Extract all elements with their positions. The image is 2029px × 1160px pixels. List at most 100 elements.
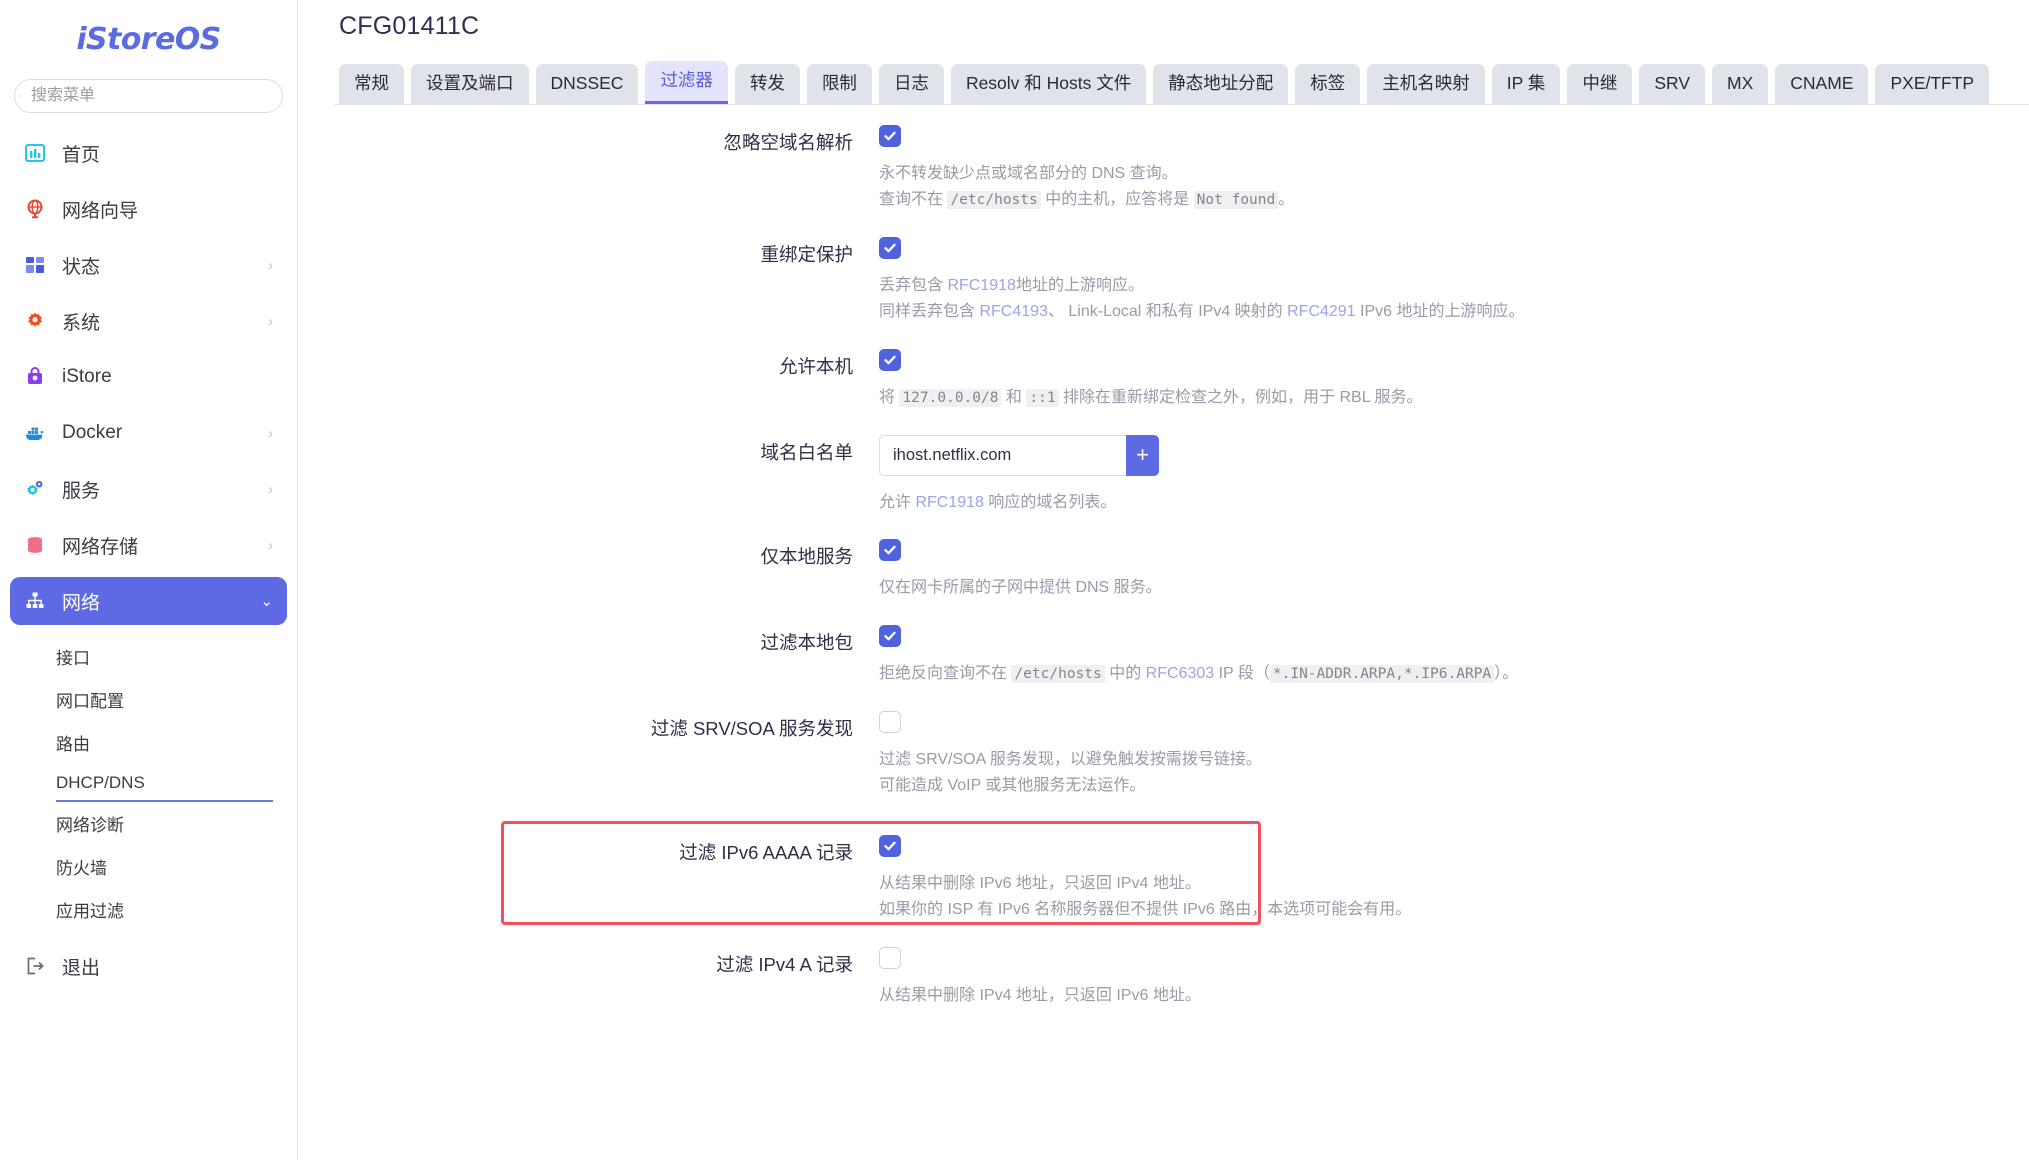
checkbox-rebind-protection[interactable] <box>879 236 901 259</box>
checkbox-filter-ipv4-a[interactable] <box>879 946 901 969</box>
sidebar-item-istore[interactable]: iStore <box>10 353 287 401</box>
sidebar-item-label: 网络向导 <box>62 200 139 222</box>
tab-general[interactable]: 常规 <box>339 64 404 104</box>
sidebar-subitem-dhcp-dns[interactable]: DHCP/DNS <box>10 764 287 802</box>
link-rfc1918[interactable]: RFC1918 <box>915 494 983 511</box>
tab-forward[interactable]: 转发 <box>734 64 800 104</box>
checkbox-filter-ipv6-aaaa[interactable] <box>879 835 901 858</box>
form-row-ignore-empty: 忽略空域名解析 永不转发缺少点或域名部分的 DNS 查询。 查询不在 /etc/… <box>334 123 2029 235</box>
desc-a: 拒绝反向查询不在 <box>879 665 1012 683</box>
sidebar-subitem-interfaces[interactable]: 接口 <box>10 635 287 678</box>
desc-a: 将 <box>879 388 900 406</box>
desc-line1: 永不转发缺少点或域名部分的 DNS 查询。 <box>879 165 1178 182</box>
sidebar-item-services[interactable]: 服务 › <box>10 465 287 513</box>
form-row-local-service-only: 仅本地服务 仅在网卡所属的子网中提供 DNS 服务。 <box>334 537 2029 623</box>
row-label: 忽略空域名解析 <box>723 132 853 153</box>
form-row-allow-localhost: 允许本机 将 127.0.0.0/8 和 ::1 排除在重新绑定检查之外，例如，… <box>334 347 2029 433</box>
tab-static-leases[interactable]: 静态地址分配 <box>1153 64 1289 104</box>
row-description: 过滤 SRV/SOA 服务发现，以避免触发按需拨号链接。 可能造成 VoIP 或… <box>879 733 2029 821</box>
tab-relay[interactable]: 中继 <box>1567 64 1633 104</box>
row-label: 仅本地服务 <box>760 546 853 568</box>
tab-limits[interactable]: 限制 <box>806 64 872 104</box>
app-root: iStoreOS 首页 网络向导 <box>0 0 2029 1160</box>
tab-cname[interactable]: CNAME <box>1775 64 1869 104</box>
link-rfc1918[interactable]: RFC1918 <box>947 277 1015 294</box>
form-row-domain-whitelist: 域名白名单 + 允许 RFC1918 响应的域名列表。 <box>334 433 2029 538</box>
domain-whitelist-group: + <box>879 434 1159 476</box>
sidebar-item-status[interactable]: 状态 › <box>10 241 287 289</box>
desc-line1-b: 地址的上游响应。 <box>1015 276 1144 294</box>
sidebar-subnav-network: 接口 网口配置 路由 DHCP/DNS 网络诊断 防火墙 应用过滤 <box>10 633 287 931</box>
tab-hostname-mapping[interactable]: 主机名映射 <box>1367 64 1485 104</box>
tab-pxe-tftp[interactable]: PXE/TFTP <box>1875 64 1990 104</box>
sidebar-item-system[interactable]: 系统 › <box>10 297 287 345</box>
chevron-right-icon: › <box>268 312 273 330</box>
row-label: 域名白名单 <box>760 441 853 463</box>
sidebar-subitem-diagnostics[interactable]: 网络诊断 <box>10 802 287 845</box>
tab-settings-ports[interactable]: 设置及端口 <box>411 64 529 104</box>
checkbox-allow-localhost[interactable] <box>879 348 901 371</box>
tab-dnssec[interactable]: DNSSEC <box>535 64 639 104</box>
chevron-right-icon: › <box>268 536 273 554</box>
sidebar-item-label: 状态 <box>62 256 101 278</box>
sidebar-subitem-firewall[interactable]: 防火墙 <box>10 845 287 888</box>
link-rfc4193[interactable]: RFC4193 <box>979 303 1047 320</box>
row-description: 将 127.0.0.0/8 和 ::1 排除在重新绑定检查之外，例如，用于 RB… <box>879 371 2029 433</box>
desc-line1: 仅在网卡所属的子网中提供 DNS 服务。 <box>879 579 1162 597</box>
chevron-right-icon: › <box>268 256 273 274</box>
filter-settings-form: 忽略空域名解析 永不转发缺少点或域名部分的 DNS 查询。 查询不在 /etc/… <box>334 105 2029 1031</box>
desc-a: 允许 <box>879 493 916 511</box>
form-row-filter-ipv4-a: 过滤 IPv4 A 记录 从结果中删除 IPv4 地址，只返回 IPv6 地址。 <box>334 945 2029 1031</box>
row-description: 允许 RFC1918 响应的域名列表。 <box>879 476 2029 538</box>
search-input[interactable] <box>14 79 283 113</box>
row-label: 过滤本地包 <box>760 632 853 654</box>
tab-srv[interactable]: SRV <box>1639 64 1706 104</box>
code-arpa-zones: *.IN-ADDR.ARPA,*.IP6.ARPA <box>1269 665 1495 684</box>
gears-icon <box>22 476 48 502</box>
desc-line2-b: 中的主机，应答将是 <box>1040 190 1194 208</box>
sidebar-item-home[interactable]: 首页 <box>10 129 287 177</box>
checkbox-filter-srv-soa[interactable] <box>879 711 901 734</box>
sidebar-subitem-port-config[interactable]: 网口配置 <box>10 678 287 721</box>
checkbox-local-service-only[interactable] <box>879 539 901 562</box>
tab-ipsets[interactable]: IP 集 <box>1491 64 1561 104</box>
sidebar-item-network-wizard[interactable]: 网络向导 <box>10 185 287 233</box>
tab-filter[interactable]: 过滤器 <box>645 61 728 104</box>
checkbox-filter-local-packets[interactable] <box>879 625 901 648</box>
grid-icon <box>22 252 48 278</box>
row-description: 从结果中删除 IPv6 地址，只返回 IPv4 地址。 如果你的 ISP 有 I… <box>879 857 2029 945</box>
link-rfc4291[interactable]: RFC4291 <box>1287 303 1355 320</box>
sidebar-subitem-routing[interactable]: 路由 <box>10 721 287 764</box>
logout-button[interactable]: 退出 <box>10 943 287 989</box>
tab-logs[interactable]: 日志 <box>878 64 944 104</box>
link-rfc6303[interactable]: RFC6303 <box>1146 665 1214 682</box>
tab-tags[interactable]: 标签 <box>1295 64 1361 104</box>
sidebar-subitem-app-filter[interactable]: 应用过滤 <box>10 888 287 931</box>
desc-line2-b: 、 Link-Local 和私有 IPv4 映射的 <box>1047 302 1288 320</box>
globe-icon <box>22 196 48 222</box>
sidebar-item-docker[interactable]: Docker › <box>10 409 287 457</box>
code-loopback-v6: ::1 <box>1026 388 1059 407</box>
desc-d: ）。 <box>1494 665 1519 683</box>
form-row-filter-srv-soa: 过滤 SRV/SOA 服务发现 过滤 SRV/SOA 服务发现，以避免触发按需拨… <box>334 709 2029 821</box>
sitemap-icon <box>22 588 48 614</box>
add-domain-button[interactable]: + <box>1126 434 1159 476</box>
tab-resolv-hosts[interactable]: Resolv 和 Hosts 文件 <box>950 64 1147 104</box>
desc-line2-c: 。 <box>1278 190 1295 208</box>
sidebar-item-label: 系统 <box>62 312 101 334</box>
checkbox-ignore-empty[interactable] <box>879 125 901 147</box>
sidebar-item-network-storage[interactable]: 网络存储 › <box>10 521 287 569</box>
domain-whitelist-input[interactable] <box>879 434 1126 476</box>
desc-b: 和 <box>1001 388 1027 406</box>
sidebar-item-label: iStore <box>62 366 112 387</box>
sidebar-item-label: 网络 <box>62 592 101 614</box>
desc-line2-a: 同样丢弃包含 <box>879 302 980 320</box>
row-label: 过滤 SRV/SOA 服务发现 <box>650 718 853 740</box>
desc-line1: 从结果中删除 IPv6 地址，只返回 IPv4 地址。 <box>879 875 1201 893</box>
bag-icon <box>22 364 48 390</box>
sidebar-item-label: Docker <box>62 422 123 443</box>
tab-mx[interactable]: MX <box>1712 64 1769 104</box>
sidebar-item-network[interactable]: 网络 ⌄ <box>10 577 287 625</box>
row-label: 允许本机 <box>778 355 853 377</box>
row-label: 过滤 IPv6 AAAA 记录 <box>679 842 853 864</box>
